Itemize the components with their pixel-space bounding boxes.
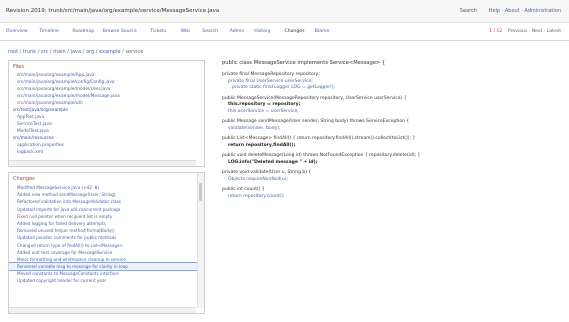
- code-block: private void validate(User u, String b) …: [222, 170, 562, 183]
- source-heading: public class MessageService implements S…: [222, 60, 386, 66]
- file-tree-header: Files: [13, 64, 24, 70]
- revision-nav[interactable]: Previous · Next · Latest: [508, 29, 561, 34]
- toolbar-item-search[interactable]: Search: [202, 29, 218, 34]
- code-line: return repository.findAll();: [228, 142, 296, 148]
- tree-file[interactable]: src/main/java/org/example/util: [9, 100, 204, 107]
- change-list-item[interactable]: Added unit test coverage for MessageServ…: [9, 249, 204, 256]
- change-list-item[interactable]: Moved constants to MessageConstants inte…: [9, 270, 204, 277]
- change-list-item[interactable]: Removed unused helper method formatBody(…: [9, 227, 204, 234]
- toolbar-right: 1 / 12 Previous · Next · Latest: [489, 28, 561, 34]
- change-list-item[interactable]: Updated copyright header for current yea…: [9, 277, 204, 284]
- tree-file[interactable]: src/main/java/org/example/App.java: [9, 72, 204, 79]
- changes-vertical-scrollbar[interactable]: [197, 173, 204, 308]
- toolbar-item-roadmap[interactable]: Roadmap: [72, 29, 94, 34]
- breadcrumb-link[interactable]: root: [8, 49, 18, 55]
- search-link[interactable]: Search: [460, 8, 477, 14]
- toolbar-item-timeline[interactable]: Timeline: [39, 29, 59, 34]
- change-list-item[interactable]: Updated javadoc comments for public meth…: [9, 234, 204, 241]
- title-bar: Revision 2019: trunk/src/main/java/org/e…: [0, 0, 569, 23]
- tree-file[interactable]: src/main/java/org/example/model/User.jav…: [9, 86, 204, 93]
- change-list-item[interactable]: Added logging for failed delivery attemp…: [9, 220, 204, 227]
- change-list-item[interactable]: Refactored validation into MessageValida…: [9, 198, 204, 205]
- tree-file[interactable]: application.properties: [9, 142, 204, 149]
- change-list-item[interactable]: Changed return type of findAll() to List…: [9, 242, 204, 249]
- breadcrumb-link[interactable]: example: [99, 49, 121, 55]
- tree-horizontal-scrollbar[interactable]: [9, 160, 196, 166]
- breadcrumb-current: service: [125, 49, 144, 55]
- toolbar-item-tickets[interactable]: Tickets: [150, 29, 166, 34]
- change-list-item[interactable]: Added new method sendMessage(User, Strin…: [9, 191, 204, 198]
- window-title: Revision 2019: trunk/src/main/java/org/e…: [6, 8, 220, 14]
- tree-file[interactable]: src/main/java/org/example/config/Config.…: [9, 79, 204, 86]
- change-list-item[interactable]: Modified MessageService.java (+42 -8): [9, 184, 204, 191]
- code-line: private static final Logger LOG = getLog…: [232, 85, 336, 90]
- code-block: public MessageService(MessageRepository …: [222, 96, 562, 116]
- code-line: validate(sender, body);: [228, 125, 281, 131]
- changes-list: Modified MessageService.java (+42 -8) Add…: [9, 184, 204, 285]
- toolbar-item-admin[interactable]: Admin: [230, 29, 245, 34]
- change-list-item[interactable]: Minor formatting and whitespace cleanup …: [9, 256, 204, 263]
- change-list-item[interactable]: Updated imports for java.util.concurrent…: [9, 206, 204, 213]
- toolbar-item-wiki[interactable]: Wiki: [181, 29, 191, 34]
- tree-file[interactable]: ServiceTest.java: [9, 121, 204, 128]
- changes-header: Changes: [13, 176, 35, 182]
- toolbar-item-overview[interactable]: Overview: [6, 29, 28, 34]
- code-block: public Message sendMessage(User sender, …: [222, 119, 562, 132]
- toolbar-item-blame[interactable]: Blame: [315, 29, 330, 34]
- tree-file[interactable]: ModelTest.java: [9, 128, 204, 135]
- code-block: private final MessageRepository reposito…: [222, 72, 562, 92]
- code-block: public void deleteMessage(Long id) throw…: [222, 153, 562, 166]
- code-line: LOG.info("Deleted message " + id);: [228, 159, 318, 165]
- tree-file[interactable]: AppTest.java: [9, 114, 204, 121]
- page-indicator: 1 / 12: [489, 29, 503, 34]
- breadcrumb-link[interactable]: org: [86, 49, 94, 55]
- code-line: this.userService = userService;: [228, 108, 299, 114]
- tree-file[interactable]: src/main/java/org/example/model/Message.…: [9, 93, 204, 100]
- breadcrumb-link[interactable]: java: [71, 49, 81, 55]
- change-list-item[interactable]: Fixed null pointer when recipient list i…: [9, 213, 204, 220]
- breadcrumb-link[interactable]: main: [53, 49, 66, 55]
- toolbar-item-changes[interactable]: Changes: [285, 29, 305, 34]
- source-content: public class MessageService implements S…: [222, 60, 562, 310]
- file-tree-list: src/main/java/org/example/App.java src/ma…: [9, 72, 204, 156]
- changes-horizontal-scrollbar[interactable]: [9, 307, 196, 313]
- code-line: return repository.count();: [228, 193, 285, 199]
- breadcrumb: root / trunk / src / main / java / org /…: [8, 49, 143, 55]
- scrollbar-thumb[interactable]: [199, 183, 202, 201]
- tree-folder[interactable]: src/main/resources: [9, 135, 204, 142]
- change-list-item[interactable]: Renamed variable msg to message for clar…: [9, 262, 204, 272]
- file-tree-panel: Files src/main/java/org/example/App.java…: [8, 60, 205, 167]
- toolbar-item-history[interactable]: History: [254, 29, 270, 34]
- title-links: Search Help · About · Administration: [460, 8, 561, 14]
- source-blocks: private final MessageRepository reposito…: [222, 72, 562, 200]
- code-line: Objects.requireNonNull(u);: [228, 176, 288, 182]
- breadcrumb-link[interactable]: trunk: [23, 49, 36, 55]
- main-toolbar: 1 / 12 Previous · Next · Latest Overview…: [0, 23, 569, 41]
- changes-panel: Changes Modified MessageService.java (+4…: [8, 172, 205, 314]
- code-block: public int count() {return repository.co…: [222, 187, 562, 200]
- toolbar-item-browse-source[interactable]: Browse Source: [103, 29, 137, 34]
- tree-file[interactable]: logback.xml: [9, 149, 204, 156]
- code-block: public List<Message> findAll() { return …: [222, 136, 562, 149]
- tree-folder[interactable]: src/test/java/org/example: [9, 107, 204, 114]
- meta-links[interactable]: Help · About · Administration: [489, 8, 561, 14]
